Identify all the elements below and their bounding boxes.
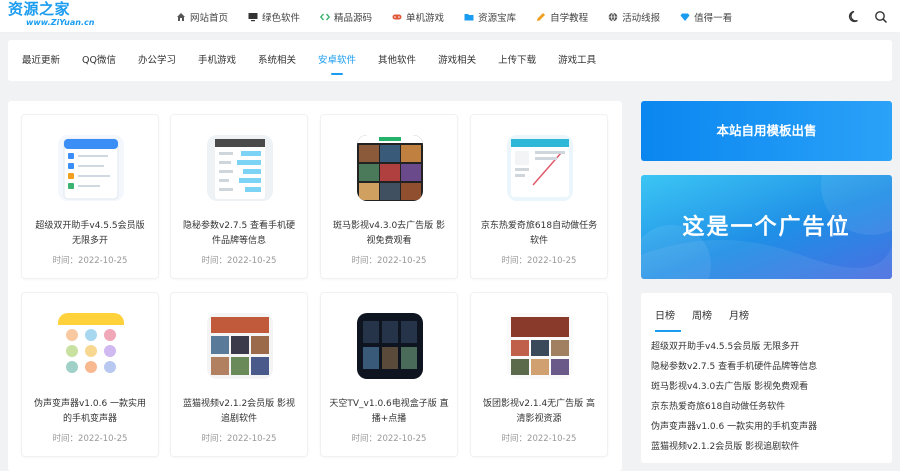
post-title[interactable]: 饭团影视v2.1.4无广告版 高清影视资源 [479, 397, 599, 427]
nav-item-deals[interactable]: 活动线报 [608, 10, 660, 24]
post-time: 时间：2022-10-25 [351, 434, 427, 444]
video-app-screenshot[interactable] [207, 313, 273, 379]
category-tab-game-tools[interactable]: 游戏工具 [558, 40, 596, 81]
post-time: 时间：2022-10-25 [52, 256, 128, 266]
logo-domain: www.ZiYuan.cn [26, 18, 95, 27]
post-title[interactable]: 伪声变声器v1.0.6 一款实用的手机变声器 [30, 397, 150, 427]
rank-tab-weekly[interactable]: 周榜 [692, 307, 712, 332]
ad-banner-text: 这是一个广告位 [682, 215, 851, 240]
app-list-screenshot[interactable] [58, 135, 124, 201]
nav-item-tutorials[interactable]: 自学教程 [536, 10, 588, 24]
nav-item-games[interactable]: 单机游戏 [392, 10, 444, 24]
ranking-item[interactable]: 隐秘参数v2.7.5 查看手机硬件品牌等信息 [651, 357, 887, 377]
ranking-item[interactable]: 伪声变声器v1.0.6 一款实用的手机变声器 [651, 417, 887, 437]
category-tab-android[interactable]: 安卓软件 [318, 40, 356, 81]
post-time: 时间：2022-10-25 [501, 256, 577, 266]
template-sale-banner[interactable]: 本站自用模板出售 [641, 101, 892, 161]
category-bar: 最近更新 QQ微信 办公学习 手机游戏 系统相关 安卓软件 其他软件 游戏相关 … [8, 40, 892, 81]
category-tab-office[interactable]: 办公学习 [138, 40, 176, 81]
code-icon [320, 13, 331, 20]
ranking-item[interactable]: 斑马影视v4.3.0去广告版 影视免费观看 [651, 377, 887, 397]
category-tab-upload-download[interactable]: 上传下载 [498, 40, 536, 81]
nav-label: 值得一看 [694, 12, 733, 24]
nav-item-resources[interactable]: 资源宝库 [464, 10, 516, 24]
nav-item-green-software[interactable]: 绿色软件 [248, 10, 300, 24]
ranking-list: 超级双开助手v4.5.5会员版 无限多开 隐秘参数v2.7.5 查看手机硬件品牌… [651, 337, 887, 457]
ranking-item[interactable]: 蓝猫视频v2.1.2会员版 影视追剧软件 [651, 437, 887, 457]
home-icon [177, 12, 185, 21]
post-title[interactable]: 斑马影视v4.3.0去广告版 影视免费观看 [329, 219, 449, 249]
nav-label: 精品源码 [334, 12, 373, 24]
top-navbar: 资源之家 www.ZiYuan.cn 网站首页 绿色软件 精品源码 单机游戏 资… [0, 0, 900, 33]
post-card[interactable]: 隐秘参数v2.7.5 查看手机硬件品牌等信息 时间：2022-10-25 [170, 114, 308, 279]
post-time: 时间：2022-10-25 [201, 434, 277, 444]
ranking-item[interactable]: 京东热爱奇旅618自动做任务软件 [651, 397, 887, 417]
logo-text: 资源之家 [8, 0, 71, 18]
site-logo[interactable]: 资源之家 www.ZiYuan.cn [8, 0, 95, 32]
category-tab-qq-wechat[interactable]: QQ微信 [82, 40, 116, 81]
gamepad-icon [392, 14, 402, 19]
post-title[interactable]: 蓝猫视频v2.1.2会员版 影视追剧软件 [179, 397, 299, 427]
nav-label: 自学教程 [550, 12, 589, 24]
category-tab-game-related[interactable]: 游戏相关 [438, 40, 476, 81]
post-card[interactable]: 伪声变声器v1.0.6 一款实用的手机变声器 时间：2022-10-25 [21, 292, 159, 457]
folder-icon [464, 13, 474, 20]
category-tab-other[interactable]: 其他软件 [378, 40, 416, 81]
monitor-icon [248, 12, 258, 21]
nav-label: 资源宝库 [478, 12, 517, 24]
post-title[interactable]: 京东热爱奇旅618自动做任务软件 [479, 219, 599, 249]
post-card[interactable]: 天空TV_v1.0.6电视盒子版 直播+点播 时间：2022-10-25 [320, 292, 458, 457]
post-title[interactable]: 天空TV_v1.0.6电视盒子版 直播+点播 [329, 397, 449, 427]
post-time: 时间：2022-10-25 [201, 256, 277, 266]
task-screenshot[interactable] [507, 135, 573, 201]
post-card[interactable]: 蓝猫视频v2.1.2会员版 影视追剧软件 时间：2022-10-25 [170, 292, 308, 457]
settings-screenshot[interactable] [207, 135, 273, 201]
nav-label: 单机游戏 [406, 12, 445, 24]
category-tab-latest[interactable]: 最近更新 [22, 40, 60, 81]
nav-item-worth-seeing[interactable]: 值得一看 [680, 10, 732, 24]
search-icon[interactable] [874, 9, 888, 24]
movie-grid-screenshot[interactable] [357, 135, 423, 201]
header-tools [836, 9, 888, 24]
rank-tab-monthly[interactable]: 月榜 [729, 307, 749, 332]
film-app-screenshot[interactable] [507, 313, 573, 379]
post-card[interactable]: 斑马影视v4.3.0去广告版 影视免费观看 时间：2022-10-25 [320, 114, 458, 279]
main-nav: 网站首页 绿色软件 精品源码 单机游戏 资源宝库 自学教程 活动线报 值得一看 [176, 0, 752, 33]
category-tab-mobile-games[interactable]: 手机游戏 [198, 40, 236, 81]
post-card[interactable]: 饭团影视v2.1.4无广告版 高清影视资源 时间：2022-10-25 [470, 292, 608, 457]
nav-label: 绿色软件 [262, 12, 301, 24]
tv-app-screenshot[interactable] [357, 313, 423, 379]
pencil-icon [537, 12, 546, 21]
post-card[interactable]: 超级双开助手v4.5.5会员版 无限多开 时间：2022-10-25 [21, 114, 159, 279]
voice-changer-screenshot[interactable] [58, 313, 124, 379]
post-title[interactable]: 超级双开助手v4.5.5会员版 无限多开 [30, 219, 150, 249]
nav-label: 网站首页 [190, 12, 229, 24]
post-card[interactable]: 京东热爱奇旅618自动做任务软件 时间：2022-10-25 [470, 114, 608, 279]
post-time: 时间：2022-10-25 [501, 434, 577, 444]
rank-tab-daily[interactable]: 日榜 [655, 307, 681, 332]
ad-banner[interactable]: 这是一个广告位 [641, 175, 892, 279]
ranking-panel: 日榜 周榜 月榜 超级双开助手v4.5.5会员版 无限多开 隐秘参数v2.7.5… [641, 293, 892, 463]
category-tab-system[interactable]: 系统相关 [258, 40, 296, 81]
ranking-tabs: 日榜 周榜 月榜 [655, 307, 766, 332]
diamond-icon [680, 13, 690, 21]
post-time: 时间：2022-10-25 [52, 434, 128, 444]
post-time: 时间：2022-10-25 [351, 256, 427, 266]
globe-icon [608, 11, 618, 22]
ranking-item[interactable]: 超级双开助手v4.5.5会员版 无限多开 [651, 337, 887, 357]
nav-item-home[interactable]: 网站首页 [176, 10, 228, 24]
nav-label: 活动线报 [622, 12, 661, 24]
theme-toggle-moon-icon[interactable] [848, 9, 862, 23]
post-title[interactable]: 隐秘参数v2.7.5 查看手机硬件品牌等信息 [179, 219, 299, 249]
nav-item-source-code[interactable]: 精品源码 [320, 10, 372, 24]
